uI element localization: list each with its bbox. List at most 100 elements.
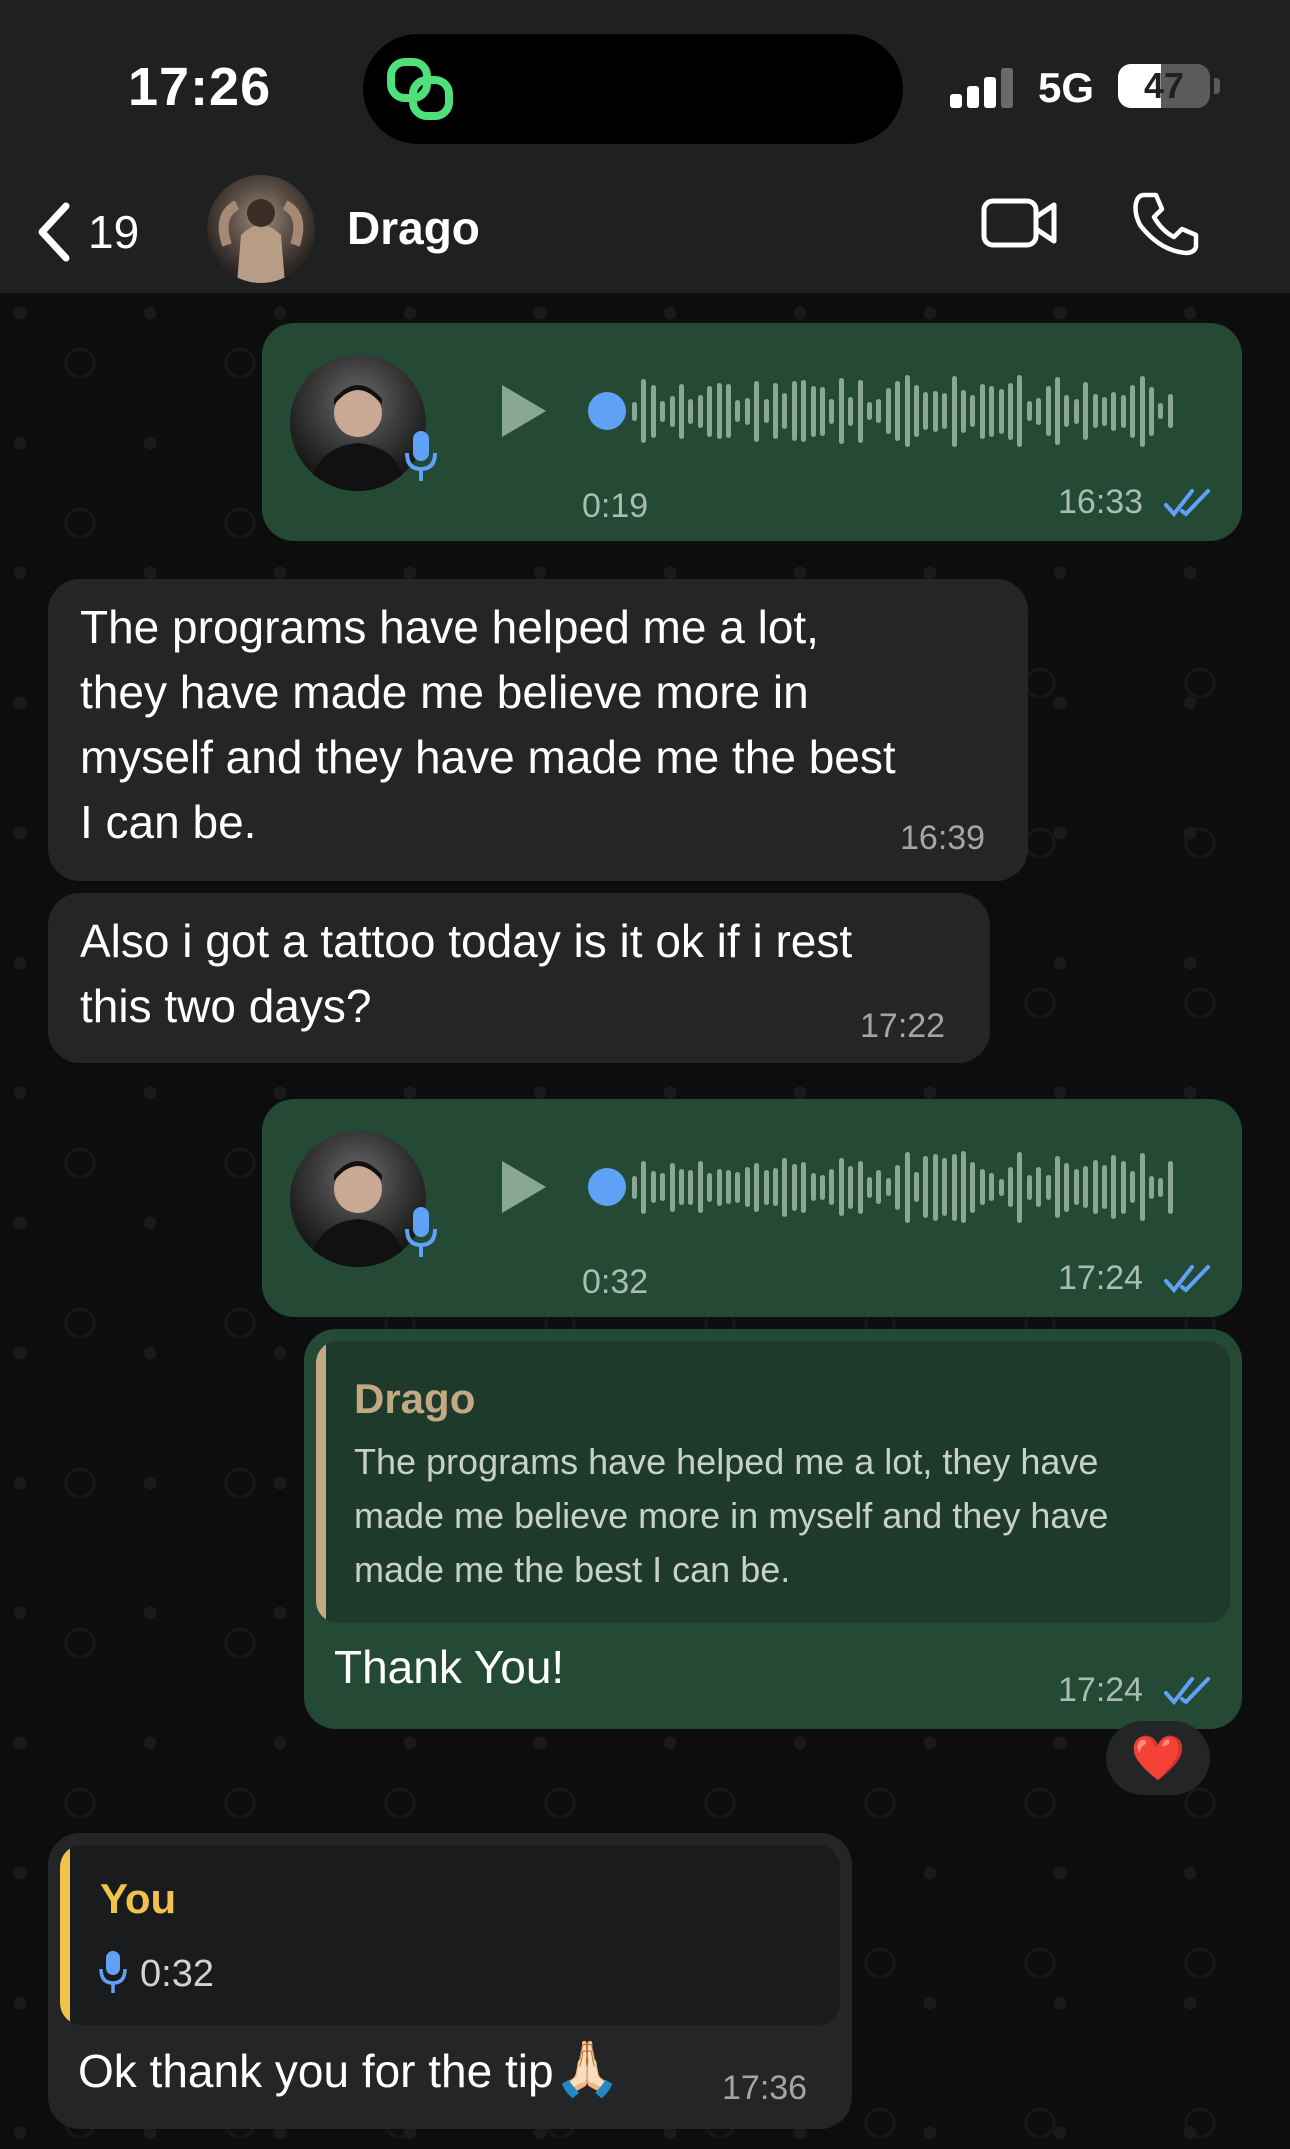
waveform-bar [1008,1167,1013,1207]
quoted-message[interactable]: You 0:32 [60,1845,840,2025]
waveform-bar [763,399,769,423]
waveform-bar [829,398,835,424]
waveform-bar [1111,1155,1117,1219]
waveform-bar [914,1172,919,1202]
waveform-bar [1120,1160,1126,1214]
playback-position-dot[interactable] [588,392,626,430]
voice-message[interactable]: 0:32 17:24 [262,1099,1242,1317]
play-icon [502,1161,546,1213]
waveform-bar [763,1169,769,1205]
chat-area[interactable]: 0:19 16:33 The programs have helped me a… [0,293,1290,2149]
incoming-message[interactable]: The programs have helped me a lot, they … [48,579,1028,881]
message-time: 16:33 [1058,483,1144,521]
waveform-bar [895,381,901,441]
waveform-bar [1139,375,1145,447]
quote-author: You [100,1875,177,1922]
quoted-message[interactable]: Drago The programs have helped me a lot,… [316,1341,1230,1623]
waveform-bar [782,1157,788,1217]
waveform-bar [838,1158,844,1216]
waveform-bar [1167,1160,1173,1214]
waveform-bar [1073,1169,1079,1205]
waveform-bar [697,1161,703,1213]
waveform-bar [1120,394,1126,428]
waveform-bar [998,388,1004,434]
waveform-bar [679,383,684,439]
waveform-bar [998,1178,1004,1196]
contact-avatar[interactable] [207,175,315,283]
waveform-bar [641,1160,647,1214]
waveform-bar [970,395,976,427]
video-call-button[interactable] [980,193,1060,258]
status-bar: 17:26 5G 47 [0,0,1290,175]
voice-call-button[interactable] [1130,189,1200,264]
waveform-bar [688,398,694,424]
link-activity-icon [387,58,453,120]
waveform-bar [716,383,722,439]
voice-message[interactable]: 0:19 16:33 [262,323,1242,541]
waveform-bar [1130,1171,1136,1203]
waveform-bar [932,390,938,432]
chevron-left-icon [38,202,70,262]
waveform-bar [1045,1174,1051,1200]
waveform-bar [829,1169,835,1205]
waveform-bar [923,1156,929,1218]
waveform-bar [979,383,985,439]
battery-cap [1214,78,1220,94]
waveform-bar [679,1169,684,1205]
waveform-bar [979,1169,985,1205]
waveform-bar [1026,1174,1032,1200]
waveform-bar [1149,386,1154,436]
microphone-icon [404,429,438,490]
quote-voice-duration: 0:32 [140,1953,214,1995]
waveform-bar [707,385,713,437]
message-time: 16:39 [900,819,986,857]
waveform-bar [1026,401,1032,421]
waveform-bar [1083,382,1089,440]
waveform-bar [1130,384,1136,438]
voice-waveform[interactable] [588,371,1173,451]
waveform-bar [773,1168,778,1206]
waveform-bar [867,1176,872,1198]
waveform-bar [1149,1175,1154,1199]
waveform-bar [810,385,816,437]
waveform-bar [951,375,957,447]
message-text: The programs have helped me a lot, they … [80,601,896,848]
waveform-bar [961,389,966,433]
waveform-bar [632,401,637,421]
waveform-bar [754,1162,760,1212]
contact-name[interactable]: Drago [347,201,480,255]
waveform-bar [1083,1166,1089,1208]
playback-position-dot[interactable] [588,1168,626,1206]
waveform-bar [1055,1156,1060,1218]
waveform-bar [1064,1162,1070,1212]
waveform-bar [961,1151,966,1223]
waveform-bar [791,381,797,441]
voice-duration: 0:19 [582,487,649,525]
waveform-bar [942,1158,948,1216]
phone-icon [1133,192,1199,256]
reaction-badge[interactable]: ❤️ [1106,1721,1210,1795]
waveform-bar [697,394,703,428]
voice-waveform[interactable] [588,1147,1173,1227]
waveform-bar [632,1175,637,1199]
waveform-bar [1158,403,1164,419]
video-camera-icon [981,198,1057,248]
back-button[interactable]: 19 [34,197,139,267]
waveform-bar [1055,377,1060,445]
reply-message[interactable]: You 0:32 Ok thank you for the tip🙏🏻 17:3… [48,1833,852,2129]
quote-bar [316,1341,326,1623]
read-receipt-icon [1164,1265,1210,1294]
play-button[interactable] [498,381,550,446]
message-time: 17:36 [722,2069,808,2107]
play-button[interactable] [498,1157,550,1222]
waveform-bar [810,1173,816,1201]
incoming-message[interactable]: Also i got a tattoo today is it ok if i … [48,893,990,1063]
waveform-bar [660,1173,666,1201]
waveform-bar [1008,382,1013,440]
waveform-bar [904,1151,910,1223]
waveform-bar [932,1153,938,1221]
chat-header: 19 Drago [0,175,1290,293]
message-text: Also i got a tattoo today is it ok if i … [80,915,853,1032]
reply-message[interactable]: Drago The programs have helped me a lot,… [304,1329,1242,1729]
waveform-bar [1036,1167,1042,1207]
